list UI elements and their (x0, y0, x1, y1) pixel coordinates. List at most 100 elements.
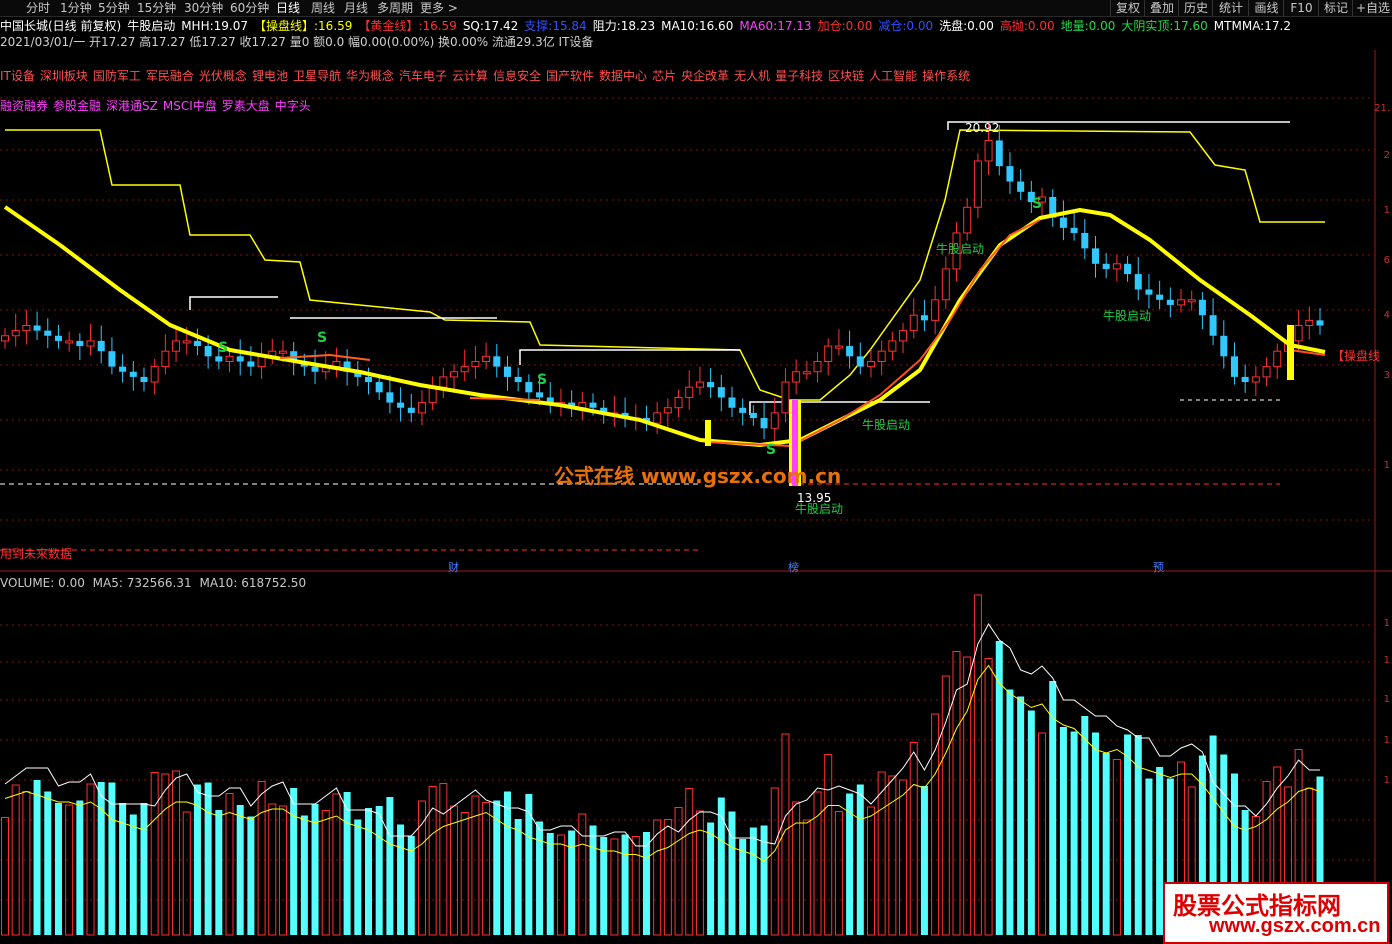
volume-bar-28 (300, 815, 308, 935)
volume-bar-30 (321, 810, 330, 936)
low-price-label: 13.95 (797, 491, 832, 505)
candle-body-48 (514, 376, 522, 383)
candle-body-35 (375, 382, 383, 393)
volume-value: 0.00 (58, 576, 85, 590)
candle-body-34 (364, 376, 372, 383)
volume-bar-23 (247, 816, 255, 935)
volume-bar-9 (97, 782, 105, 935)
signal-small-bar-1 (705, 420, 711, 446)
candle-body-24 (257, 355, 266, 368)
candle-body-82 (877, 350, 886, 362)
candle-body-93 (995, 140, 1003, 167)
candle-body-38 (407, 407, 415, 413)
price-axis-tick-0: 21. (1374, 103, 1390, 114)
candle-body-15 (161, 350, 170, 368)
volume-bar-47 (503, 791, 511, 935)
volume-bar-77 (824, 754, 833, 936)
volume-ma5-line (4, 623, 1320, 847)
volume-bar-80 (856, 784, 864, 935)
volume-bar-5 (54, 803, 62, 935)
s-marker-4: S (766, 442, 777, 458)
price-axis-tick-6: 1 (1383, 460, 1390, 471)
volume-bar-102 (1091, 732, 1099, 935)
candle-body-86 (920, 315, 928, 321)
candle-body-118 (1262, 366, 1271, 378)
volume-bar-69 (739, 839, 747, 935)
candle-body-78 (834, 345, 843, 349)
volume-bar-96 (1027, 710, 1035, 935)
price-axis-tick-5: 3 (1383, 370, 1390, 381)
candle-body-66 (707, 382, 715, 388)
volume-bar-6 (65, 804, 74, 936)
candle-body-122 (1305, 319, 1314, 326)
white-level-3 (519, 349, 740, 365)
candle-body-88 (941, 268, 950, 301)
volume-bar-101 (1081, 716, 1089, 935)
volume-axis-tick-0: 1 (1383, 618, 1390, 629)
volume-bar-95 (1017, 696, 1025, 935)
candle-body-92 (984, 139, 993, 162)
peak-price-label: 20.92 (965, 121, 1000, 135)
volume-bar-70 (749, 827, 757, 935)
volume-bar-25 (268, 803, 277, 936)
candle-body-5 (54, 335, 62, 341)
candle-body-61 (653, 412, 662, 424)
volume-bar-89 (952, 651, 961, 936)
candle-body-0 (1, 335, 9, 342)
signal-small-bar-2 (1287, 325, 1294, 380)
candle-body-12 (129, 371, 137, 377)
candle-body-6 (65, 340, 74, 344)
candle-body-117 (1251, 376, 1260, 383)
volume-bar-58 (621, 834, 629, 935)
golden-line-seg-2 (469, 397, 541, 401)
candle-body-81 (866, 360, 875, 368)
candle-body-77 (824, 345, 833, 362)
watermark-url: www.gszx.com.cn (1209, 915, 1381, 937)
volume-bar-45 (482, 802, 491, 936)
ma10-value: 618752.50 (241, 576, 307, 590)
candle-body-73 (781, 381, 790, 414)
candle-body-100 (1070, 227, 1078, 233)
candle-body-36 (386, 392, 394, 403)
volume-bar-97 (1038, 732, 1047, 936)
volume-bar-60 (642, 832, 650, 935)
candle-body-11 (119, 366, 127, 372)
volume-bar-86 (920, 786, 928, 935)
candle-body-109 (1166, 299, 1174, 305)
candle-body-110 (1177, 299, 1186, 306)
candle-body-39 (417, 402, 426, 414)
volume-bar-103 (1102, 753, 1110, 935)
volume-bar-19 (204, 782, 212, 935)
candle-body-13 (140, 376, 148, 383)
candle-body-2 (22, 324, 31, 332)
volume-bar-74 (792, 801, 801, 936)
volume-bar-91 (973, 594, 982, 936)
candle-body-20 (215, 356, 223, 362)
candle-body-101 (1081, 232, 1089, 249)
candle-body-67 (717, 387, 725, 398)
volume-bar-50 (536, 821, 544, 935)
volume-bar-17 (182, 811, 191, 936)
candle-body-9 (97, 340, 105, 352)
candle-body-68 (728, 397, 736, 408)
candle-body-42 (450, 371, 459, 378)
volume-bar-10 (108, 782, 116, 935)
volume-bar-57 (610, 838, 619, 936)
candle-body-116 (1241, 376, 1249, 383)
price-axis-tick-2: 1 (1383, 205, 1390, 216)
volume-bar-33 (354, 819, 362, 935)
volume-bar-51 (546, 833, 554, 935)
candle-body-113 (1209, 315, 1217, 336)
candle-body-21 (225, 355, 234, 362)
volume-bar-66 (707, 822, 715, 935)
volume-bar-99 (1059, 727, 1067, 935)
volume-bar-16 (172, 770, 181, 936)
candle-body-23 (247, 361, 255, 367)
candle-body-3 (33, 325, 41, 331)
candle-body-7 (76, 340, 84, 347)
volume-bar-37 (397, 824, 405, 935)
s-marker-3: S (537, 372, 548, 388)
volume-bar-90 (963, 656, 972, 936)
volume-bar-3 (33, 780, 41, 935)
volume-bar-59 (631, 836, 640, 936)
